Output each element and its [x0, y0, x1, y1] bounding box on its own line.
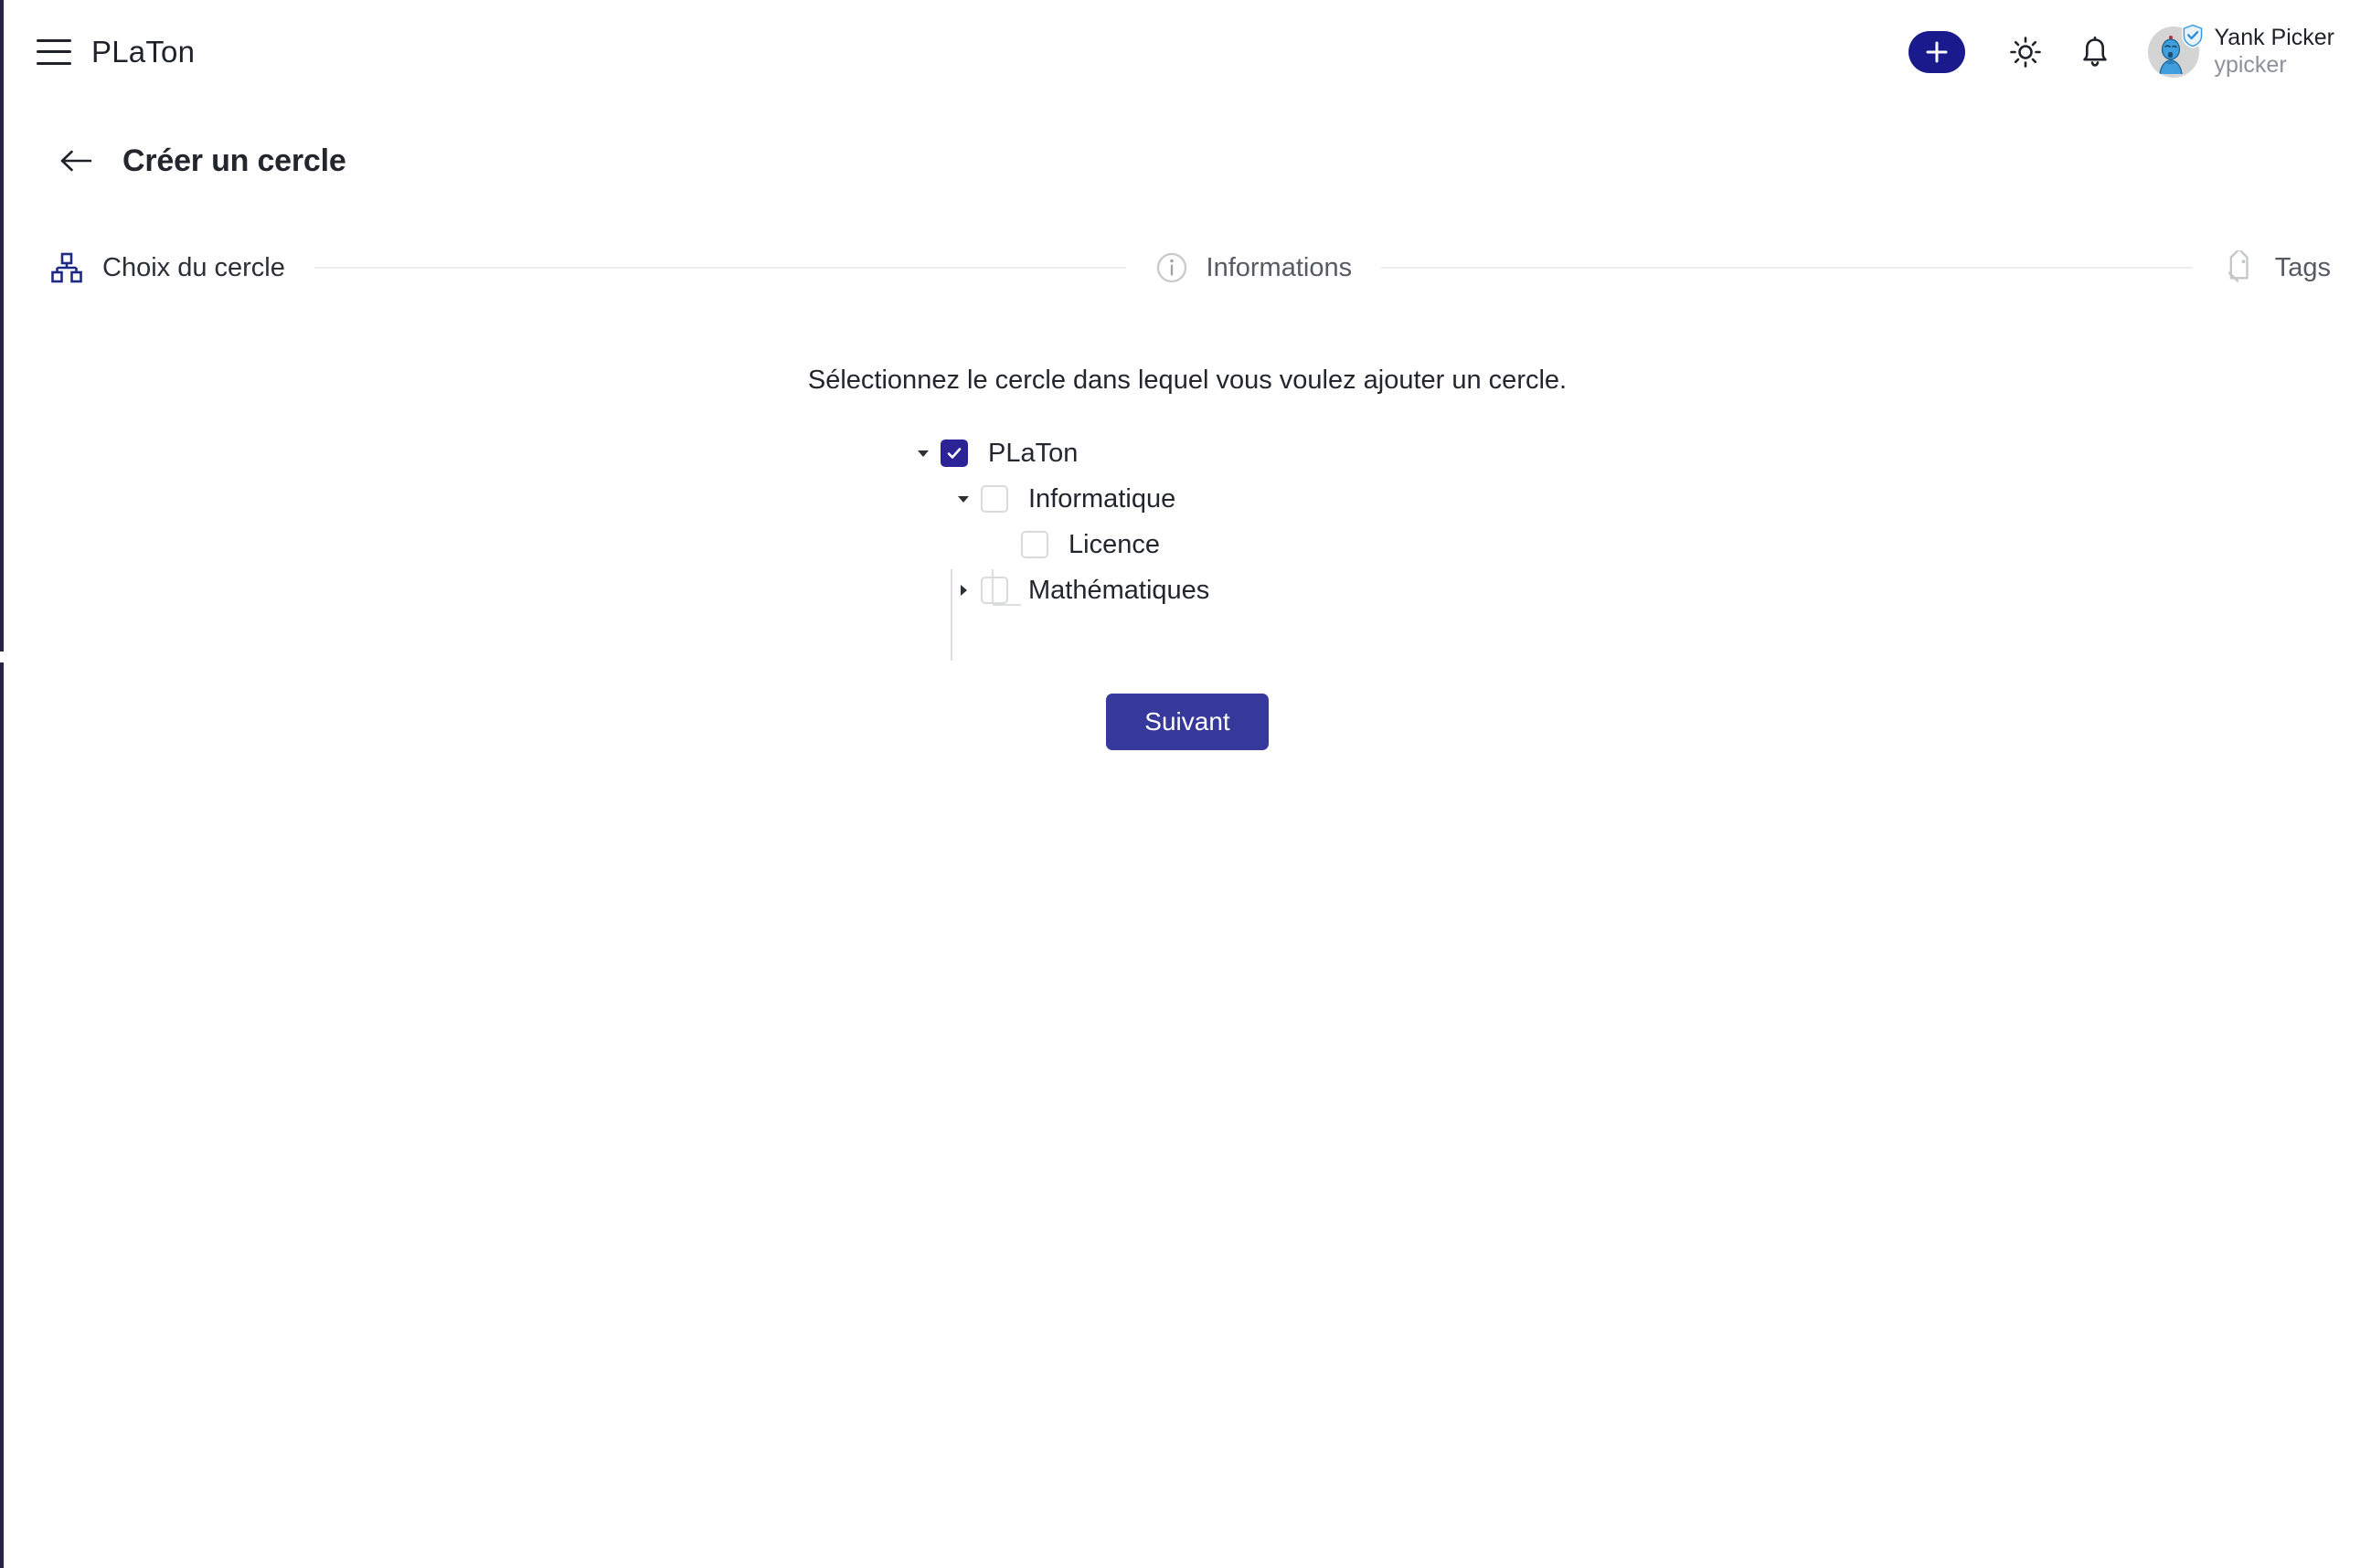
tree-guide-vertical	[951, 569, 952, 661]
chevron-right-icon[interactable]	[950, 577, 977, 604]
profile-name: Yank Picker	[2214, 25, 2334, 50]
add-button[interactable]	[1908, 30, 1966, 73]
tree-row[interactable]: PLaTon	[909, 430, 1078, 476]
hamburger-menu-icon[interactable]	[37, 38, 71, 65]
chevron-down-icon[interactable]	[950, 485, 977, 513]
tree-node-label: PLaTon	[988, 438, 1079, 468]
tag-icon	[2222, 250, 2257, 285]
theme-toggle-button[interactable]	[2000, 26, 2051, 78]
tree-node-label: Mathématiques	[1028, 575, 1210, 605]
tree-row[interactable]: Licence	[909, 522, 1160, 567]
notifications-button[interactable]	[2069, 26, 2121, 78]
tree-node-label: Licence	[1069, 529, 1160, 559]
step-connector-1	[314, 267, 1126, 269]
profile-text: Yank Picker ypicker	[2214, 25, 2334, 79]
page-title: Créer un cercle	[122, 143, 346, 178]
step-label: Choix du cercle	[102, 252, 285, 282]
step-choix-du-cercle[interactable]: Choix du cercle	[49, 250, 285, 285]
brand-area: PLaTon	[37, 35, 195, 69]
next-button[interactable]: Suivant	[1106, 694, 1269, 750]
bell-icon	[2083, 36, 2108, 67]
avatar	[2148, 22, 2205, 78]
check-icon	[947, 448, 962, 459]
profile-menu[interactable]: Yank Picker ypicker	[2148, 22, 2334, 79]
sun-icon	[2010, 36, 2042, 68]
circle-tree: PLaTon Informatique Licence Mathématique…	[858, 430, 1516, 613]
profile-handle: ypicker	[2214, 51, 2287, 78]
top-bar-actions: Yank Picker ypicker	[1908, 22, 2334, 79]
step-connector-2	[1381, 267, 2193, 269]
plus-icon	[1926, 41, 1948, 62]
step-label: Tags	[2274, 252, 2331, 282]
page-header: Créer un cercle	[57, 142, 346, 180]
submit-row: Suivant	[4, 694, 2371, 750]
arrow-left-icon	[60, 150, 92, 172]
step-informations[interactable]: Informations	[1155, 251, 1353, 284]
top-bar: PLaTon Yank Picker ypicker	[4, 0, 2371, 103]
verified-shield-icon	[2182, 22, 2205, 48]
wizard-stepper: Choix du cercle Informations Tags	[4, 236, 2371, 300]
step-tags[interactable]: Tags	[2222, 250, 2331, 285]
step-label: Informations	[1206, 252, 1353, 282]
info-circle-icon	[1155, 251, 1188, 284]
back-button[interactable]	[57, 142, 95, 180]
tree-row[interactable]: Informatique	[909, 476, 1175, 522]
brand-title: PLaTon	[91, 34, 196, 69]
tree-checkbox[interactable]	[941, 440, 968, 467]
tree-node-label: Informatique	[1028, 483, 1176, 514]
tree-row[interactable]: Mathématiques	[909, 567, 1209, 613]
page-root: PLaTon Yank Picker ypicker Créer un cerc…	[0, 0, 2371, 1568]
instruction-text: Sélectionnez le cercle dans lequel vous …	[807, 366, 1568, 395]
chevron-down-icon[interactable]	[909, 440, 937, 467]
tree-guide-elbow	[992, 569, 1021, 606]
tree-checkbox[interactable]	[981, 485, 1008, 513]
tree-checkbox[interactable]	[1021, 531, 1048, 558]
main-content: Sélectionnez le cercle dans lequel vous …	[4, 366, 2371, 750]
circle-tree-wrapper: PLaTon Informatique Licence Mathématique…	[858, 430, 1516, 661]
sitemap-icon	[49, 250, 84, 285]
